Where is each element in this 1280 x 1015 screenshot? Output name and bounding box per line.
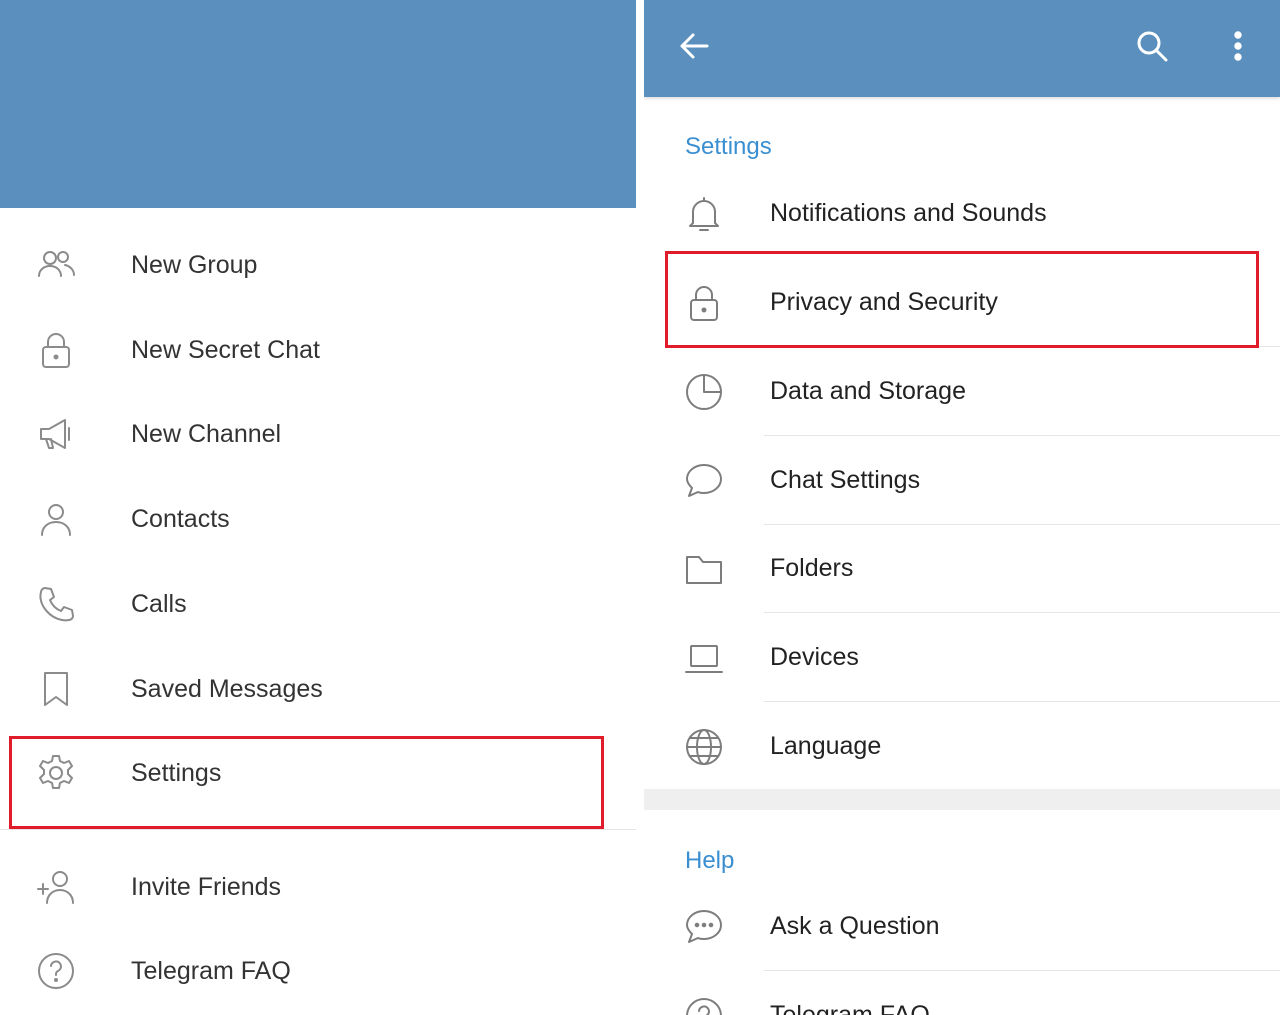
settings-item-label: Telegram FAQ bbox=[770, 1001, 930, 1015]
laptop-icon bbox=[682, 637, 726, 679]
settings-item-privacy-security[interactable]: Privacy and Security bbox=[644, 258, 1280, 347]
settings-screen: Settings Notifications and Sounds Privac… bbox=[644, 0, 1280, 1015]
settings-item-chat-settings[interactable]: Chat Settings bbox=[644, 436, 1280, 525]
drawer-item-new-group[interactable]: New Group bbox=[0, 223, 636, 307]
more-vertical-icon bbox=[1221, 29, 1255, 68]
bell-icon bbox=[682, 193, 726, 235]
help-item-telegram-faq[interactable]: Telegram FAQ bbox=[644, 971, 1280, 1015]
add-person-icon bbox=[30, 867, 82, 907]
question-icon bbox=[30, 951, 82, 991]
drawer-item-invite-friends[interactable]: Invite Friends bbox=[0, 845, 636, 929]
settings-item-devices[interactable]: Devices bbox=[644, 613, 1280, 702]
settings-item-label: Language bbox=[770, 732, 882, 760]
back-button[interactable] bbox=[670, 24, 718, 72]
settings-item-data-storage[interactable]: Data and Storage bbox=[644, 347, 1280, 436]
section-separator bbox=[644, 789, 1280, 810]
megaphone-icon bbox=[30, 414, 82, 454]
drawer-item-label: New Secret Chat bbox=[131, 336, 320, 364]
back-arrow-icon bbox=[677, 29, 711, 68]
chat-bubble-icon bbox=[682, 460, 726, 502]
pie-chart-icon bbox=[682, 371, 726, 413]
drawer-header bbox=[0, 0, 636, 208]
settings-item-language[interactable]: Language bbox=[644, 702, 1280, 791]
person-icon bbox=[30, 499, 82, 539]
settings-item-label: Folders bbox=[770, 554, 854, 582]
lock-icon bbox=[682, 282, 726, 324]
top-app-bar bbox=[644, 0, 1280, 97]
navigation-drawer: New Group New Secret Chat New Channel Co… bbox=[0, 0, 636, 1015]
question-icon bbox=[682, 995, 726, 1015]
phone-icon bbox=[30, 584, 82, 624]
chat-dots-icon bbox=[682, 906, 726, 948]
drawer-item-label: Contacts bbox=[131, 505, 230, 533]
drawer-item-label: Invite Friends bbox=[131, 873, 282, 901]
drawer-item-label: Calls bbox=[131, 590, 187, 618]
drawer-item-label: Saved Messages bbox=[131, 675, 323, 703]
settings-item-label: Ask a Question bbox=[770, 912, 940, 940]
drawer-item-calls[interactable]: Calls bbox=[0, 562, 636, 646]
settings-item-label: Privacy and Security bbox=[770, 288, 998, 316]
group-icon bbox=[30, 245, 82, 285]
settings-item-notifications[interactable]: Notifications and Sounds bbox=[644, 169, 1280, 258]
gear-icon bbox=[30, 753, 82, 793]
settings-item-label: Chat Settings bbox=[770, 466, 921, 494]
globe-icon bbox=[682, 726, 726, 768]
drawer-divider bbox=[0, 829, 636, 830]
drawer-item-new-channel[interactable]: New Channel bbox=[0, 392, 636, 476]
drawer-item-label: Settings bbox=[131, 759, 222, 787]
search-button[interactable] bbox=[1128, 24, 1176, 72]
drawer-item-telegram-faq[interactable]: Telegram FAQ bbox=[0, 929, 636, 1013]
drawer-item-new-secret-chat[interactable]: New Secret Chat bbox=[0, 308, 636, 392]
drawer-item-label: New Channel bbox=[131, 420, 282, 448]
more-options-button[interactable] bbox=[1214, 24, 1262, 72]
folder-icon bbox=[682, 548, 726, 590]
settings-section-title: Settings bbox=[685, 133, 772, 160]
drawer-item-label: New Group bbox=[131, 251, 258, 279]
settings-item-label: Notifications and Sounds bbox=[770, 199, 1047, 227]
bookmark-icon bbox=[30, 669, 82, 709]
drawer-item-contacts[interactable]: Contacts bbox=[0, 477, 636, 561]
help-item-ask-question[interactable]: Ask a Question bbox=[644, 882, 1280, 971]
search-icon bbox=[1135, 29, 1169, 68]
drawer-item-label: Telegram FAQ bbox=[131, 957, 291, 985]
drawer-item-settings[interactable]: Settings bbox=[0, 731, 636, 815]
settings-item-folders[interactable]: Folders bbox=[644, 524, 1280, 613]
help-section-title: Help bbox=[685, 847, 735, 874]
settings-item-label: Data and Storage bbox=[770, 377, 966, 405]
drawer-item-saved-messages[interactable]: Saved Messages bbox=[0, 647, 636, 731]
settings-item-label: Devices bbox=[770, 643, 859, 671]
lock-icon bbox=[30, 330, 82, 370]
